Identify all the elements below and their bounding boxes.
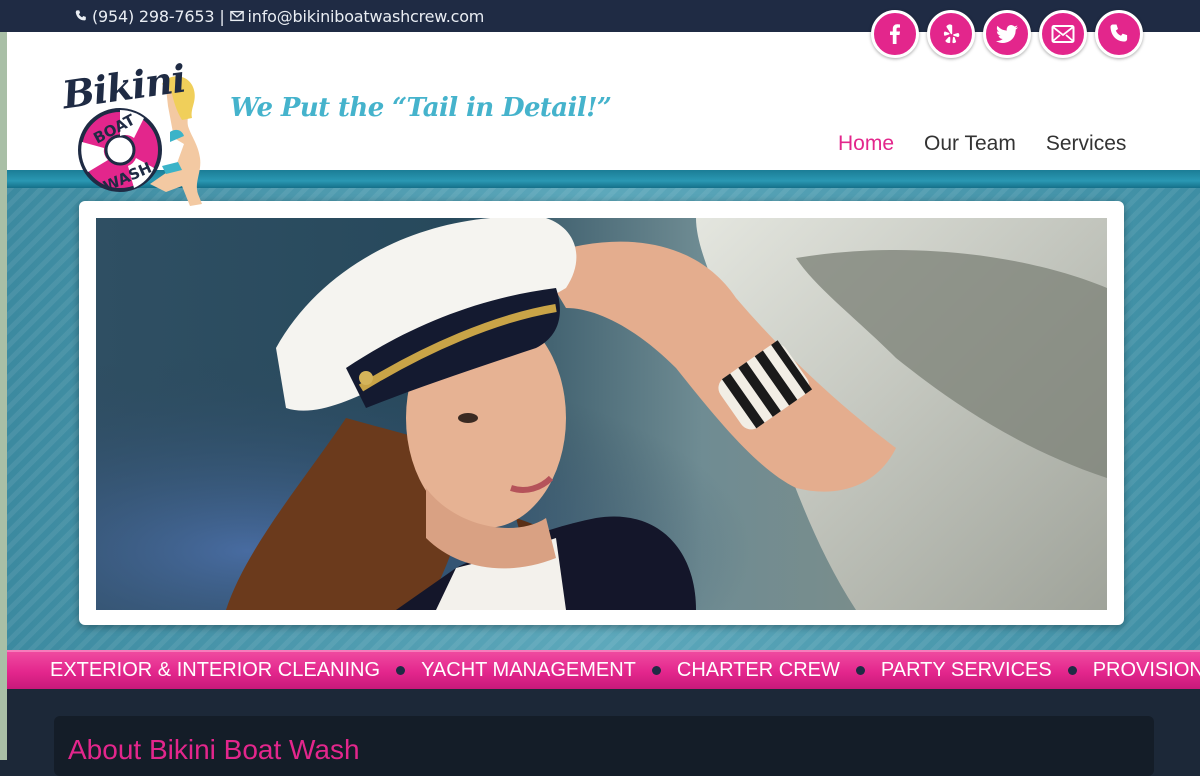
yelp-button[interactable] xyxy=(927,10,975,58)
facebook-button[interactable] xyxy=(871,10,919,58)
service-party-services[interactable]: PARTY SERVICES xyxy=(881,659,1052,682)
twitter-button[interactable] xyxy=(983,10,1031,58)
tagline: We Put the “Tail in Detail!” xyxy=(230,93,612,123)
service-provisioning[interactable]: PROVISIONING xyxy=(1093,659,1200,682)
nav-home[interactable]: Home xyxy=(838,132,894,156)
bullet-divider xyxy=(1067,666,1077,675)
hero-photo xyxy=(96,218,1107,610)
bullet-divider xyxy=(396,666,406,675)
main-nav: Home Our Team Services xyxy=(838,132,1126,156)
nav-our-team[interactable]: Our Team xyxy=(924,132,1016,156)
service-charter-crew[interactable]: CHARTER CREW xyxy=(677,659,840,682)
phone-link[interactable]: (954) 298-7653 xyxy=(92,7,215,26)
facebook-icon xyxy=(890,24,900,44)
email-link[interactable]: info@bikiniboatwashcrew.com xyxy=(248,7,485,26)
phone-icon xyxy=(1110,24,1128,42)
phone-button[interactable] xyxy=(1095,10,1143,58)
nav-services[interactable]: Services xyxy=(1046,132,1127,156)
page-edge xyxy=(0,32,7,760)
hero-image xyxy=(96,218,1107,610)
contact-info: (954) 298-7653 | info@bikiniboatwashcrew.c… xyxy=(74,7,484,26)
site-logo[interactable]: Bikini BOAT WASH xyxy=(58,40,208,208)
envelope-icon xyxy=(229,10,244,22)
bullet-divider xyxy=(855,666,865,675)
about-panel: About Bikini Boat Wash xyxy=(54,716,1154,776)
email-icon xyxy=(1051,25,1075,43)
service-exterior-interior-cleaning[interactable]: EXTERIOR & INTERIOR CLEANING xyxy=(50,659,380,682)
yelp-icon xyxy=(943,24,960,44)
service-yacht-management[interactable]: YACHT MANAGEMENT xyxy=(421,659,636,682)
phone-icon xyxy=(75,10,86,21)
email-button[interactable] xyxy=(1039,10,1087,58)
bullet-divider xyxy=(651,666,661,675)
contact-separator: | xyxy=(219,7,225,26)
services-bar: EXTERIOR & INTERIOR CLEANING YACHT MANAG… xyxy=(7,650,1200,689)
about-title: About Bikini Boat Wash xyxy=(68,734,360,765)
social-icons xyxy=(871,10,1143,58)
twitter-icon xyxy=(996,25,1018,44)
